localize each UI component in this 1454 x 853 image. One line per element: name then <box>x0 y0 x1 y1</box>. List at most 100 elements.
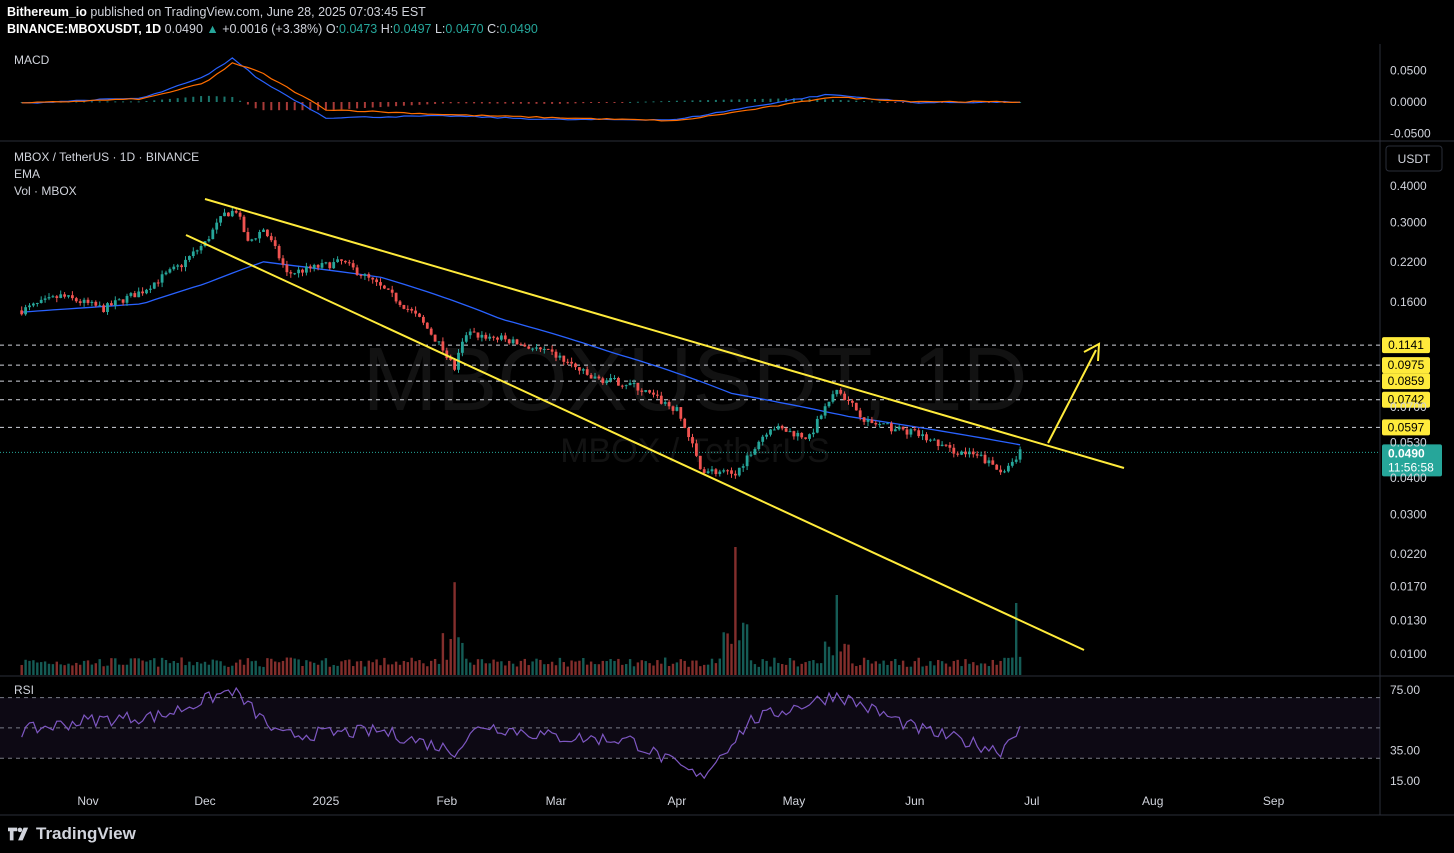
symbol[interactable]: BINANCE:MBOXUSDT, 1D <box>7 22 161 36</box>
candle-body <box>687 427 690 438</box>
volume-bar <box>375 659 378 675</box>
candle-body <box>129 293 133 296</box>
candle-body <box>293 273 297 275</box>
volume-bar <box>983 663 987 675</box>
volume-bar <box>383 657 386 675</box>
volume-bar <box>652 665 655 675</box>
candle-body <box>815 418 819 433</box>
macd-histogram-bar <box>332 102 335 110</box>
candle-body <box>215 222 219 230</box>
volume-bar <box>75 662 78 675</box>
candle-body <box>776 425 780 430</box>
macd-histogram-bar <box>246 102 249 105</box>
candle-body <box>854 402 858 411</box>
candle-body <box>262 229 265 232</box>
volume-bar <box>387 664 390 675</box>
candle-body <box>1007 465 1010 472</box>
volume-bar <box>671 663 675 675</box>
candle-body <box>851 400 854 403</box>
publisher-name[interactable]: Bithereum_io <box>7 5 87 19</box>
volume-bar <box>886 664 889 675</box>
volume-bar <box>394 661 398 675</box>
candle-body <box>398 301 402 306</box>
volume-bar <box>718 658 721 675</box>
candle-body <box>546 348 550 350</box>
volume-bar <box>781 664 784 675</box>
volume-bar <box>371 662 374 675</box>
candle-body <box>975 454 979 456</box>
candle-body <box>858 410 862 418</box>
candle-body <box>164 272 168 275</box>
macd-histogram-bar <box>644 101 647 103</box>
candle-body <box>656 394 659 396</box>
volume-bar <box>890 661 893 675</box>
rsi-tick-label: 75.00 <box>1390 683 1420 697</box>
macd-histogram-bar <box>371 102 374 108</box>
volume-bar <box>769 666 772 675</box>
volume-bar <box>730 643 733 675</box>
macd-histogram-bar <box>753 99 756 102</box>
candle-body <box>882 423 885 425</box>
candle-body <box>238 212 242 217</box>
volume-bar <box>114 658 117 675</box>
macd-histogram-bar <box>395 102 398 107</box>
volume-bar <box>734 547 737 675</box>
volume-bar <box>293 658 296 675</box>
candle-body <box>624 385 628 387</box>
volume-bar <box>32 660 35 675</box>
volume-bar <box>192 665 195 675</box>
macd-histogram-bar <box>488 102 491 104</box>
candle-body <box>749 454 753 456</box>
candle-body <box>406 308 410 310</box>
volume-bar <box>859 665 862 675</box>
price-tick-label: 0.0300 <box>1390 508 1427 522</box>
candle-body <box>20 310 24 315</box>
volume-bar <box>196 661 199 675</box>
candle-body <box>913 429 917 431</box>
macd-histogram-bar <box>738 99 741 102</box>
macd-histogram-bar <box>98 101 101 103</box>
volume-bar <box>812 660 815 675</box>
candle-body <box>827 401 831 407</box>
volume-bar <box>67 663 70 675</box>
macd-histogram-bar <box>207 95 210 102</box>
volume-bar <box>149 660 152 675</box>
volume-bar <box>359 660 363 675</box>
macd-histogram-bar <box>324 102 327 111</box>
volume-bar <box>1015 603 1018 675</box>
volume-bar <box>683 660 686 675</box>
volume-bar <box>414 661 417 675</box>
macd-histogram-bar <box>402 102 405 106</box>
chart-canvas[interactable]: MBOXUSDT, 1D MBOX / TetherUS 0.11410.097… <box>0 0 1454 853</box>
publish-info: Bithereum_io published on TradingView.co… <box>7 5 426 19</box>
volume-bar <box>106 665 109 675</box>
macd-histogram-bar <box>410 102 413 106</box>
volume-bar <box>508 660 511 675</box>
macd-histogram-bar <box>730 99 733 102</box>
volume-bar <box>332 664 335 675</box>
candle-body <box>780 425 784 429</box>
volume-bar <box>215 660 218 675</box>
volume-bar <box>531 661 534 675</box>
tradingview-logo[interactable]: TradingView <box>8 824 136 844</box>
candle-body <box>422 316 425 323</box>
volume-bar <box>305 660 308 675</box>
macd-histogram-bar <box>434 102 437 104</box>
volume-bar <box>496 661 499 675</box>
candle-body <box>925 434 928 441</box>
volume-bar <box>242 664 246 675</box>
candle-body <box>145 289 148 294</box>
candle-body <box>1003 471 1006 473</box>
volume-bar <box>301 666 304 675</box>
candle-body <box>28 305 31 308</box>
candle-body <box>488 336 492 339</box>
volume-bar <box>714 663 718 675</box>
candle-body <box>207 239 211 242</box>
volume-bar <box>660 663 663 675</box>
volume-bar <box>991 659 994 675</box>
volume-bar <box>94 663 97 675</box>
candle-body <box>43 298 47 300</box>
candle-body <box>219 216 222 223</box>
volume-bar <box>917 657 920 675</box>
currency-button[interactable]: USDT <box>1385 145 1443 172</box>
